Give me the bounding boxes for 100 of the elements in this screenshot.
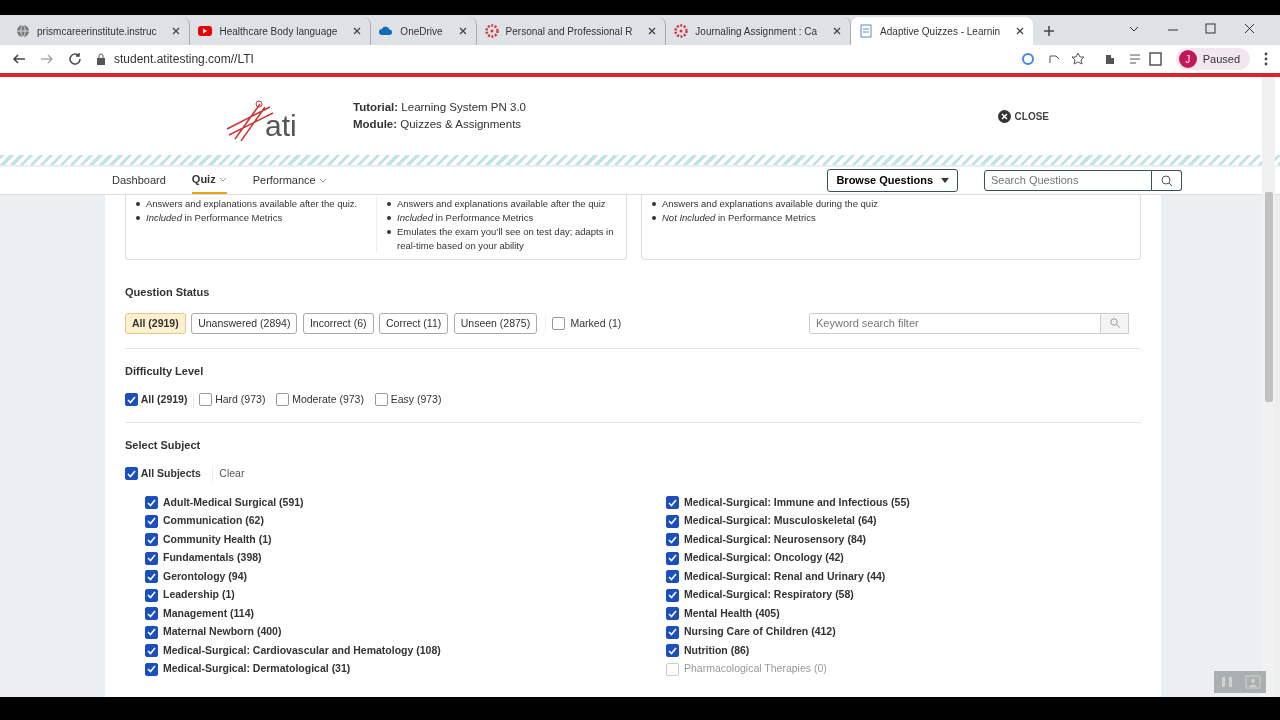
search-field[interactable]: Search Questions xyxy=(984,170,1152,191)
close-icon[interactable] xyxy=(832,26,843,36)
search-icon xyxy=(1160,174,1173,187)
checkbox[interactable] xyxy=(666,496,679,509)
bullet-icon xyxy=(652,216,656,220)
checkbox[interactable] xyxy=(666,551,679,565)
status-filter[interactable]: Unseen (2875) xyxy=(453,312,538,335)
checkmark-icon xyxy=(668,498,677,507)
checkbox-label: Pharmacological Therapies (0) xyxy=(684,661,827,677)
bullet-icon xyxy=(136,202,140,206)
checkbox[interactable] xyxy=(666,607,679,620)
checkbox[interactable] xyxy=(125,467,138,481)
checkbox[interactable] xyxy=(199,393,213,407)
nav-tab[interactable]: Dashboard xyxy=(112,168,166,193)
browse-questions-button[interactable]: Browse Questions xyxy=(827,169,958,192)
checkbox[interactable] xyxy=(374,393,388,407)
section-heading: Difficulty Level xyxy=(125,364,205,380)
checkbox[interactable] xyxy=(145,496,158,509)
close-icon[interactable] xyxy=(352,26,363,36)
address-bar[interactable]: student.atitesting.com//LTI xyxy=(114,50,254,68)
checkmark-icon xyxy=(668,535,677,544)
checkbox-label: Gerontology (94) xyxy=(163,568,247,584)
checkmark-icon xyxy=(147,591,156,599)
keyword-filter-field[interactable]: Keyword search filter xyxy=(809,312,1101,334)
nav-tab[interactable]: Performance xyxy=(252,168,327,193)
checkbox[interactable] xyxy=(145,551,158,565)
bullet-text: Answers and explanations available after the quiz. xyxy=(146,197,358,211)
checkmark-icon xyxy=(668,646,677,655)
checkbox-label: Communication (62) xyxy=(163,513,264,529)
checkbox[interactable] xyxy=(145,662,158,676)
checkmark-icon xyxy=(147,572,156,581)
checkbox[interactable] xyxy=(125,393,138,407)
close-icon[interactable] xyxy=(1015,26,1026,36)
status-filter[interactable]: All (2919) xyxy=(125,312,186,335)
checkmark-icon xyxy=(127,395,136,404)
checkmark-icon xyxy=(127,469,136,478)
caret-icon xyxy=(941,178,949,183)
circle-dots-icon xyxy=(674,24,689,38)
checkbox[interactable] xyxy=(145,533,158,546)
checkmark-icon xyxy=(147,665,156,673)
close-icon[interactable] xyxy=(457,26,468,36)
checkbox[interactable] xyxy=(666,533,679,546)
scrollbar-thumb[interactable] xyxy=(1265,192,1273,402)
status-filter[interactable]: Correct (11) xyxy=(379,312,449,335)
cloud-icon xyxy=(379,24,394,38)
checkbox[interactable] xyxy=(145,644,158,657)
checkbox-label: Medical-Surgical: Oncology (42) xyxy=(684,550,844,566)
checkmark-icon xyxy=(147,646,156,655)
reload-icon xyxy=(68,52,82,66)
forward-icon xyxy=(40,52,54,66)
bullet-text: Answers and explanations available during the quiz xyxy=(662,197,878,211)
lock-icon xyxy=(96,53,106,65)
status-filter[interactable]: Unanswered (2894) xyxy=(191,312,298,335)
checkbox[interactable] xyxy=(666,514,679,528)
search-button[interactable] xyxy=(1152,170,1182,191)
checkbox[interactable] xyxy=(551,316,565,330)
checkmark-icon xyxy=(147,628,156,636)
checkbox[interactable] xyxy=(145,588,158,602)
checkbox[interactable] xyxy=(145,514,158,528)
checkmark-icon xyxy=(147,517,156,525)
checkbox-label: Medical-Surgical: Musculoskeletal (64) xyxy=(684,513,877,529)
checkbox-label: Maternal Newborn (400) xyxy=(163,624,282,640)
bullet-icon xyxy=(136,216,140,220)
browser-tab[interactable]: Adaptive Quizzes - Learnin xyxy=(851,17,1034,45)
checkbox-label: Community Health (1) xyxy=(163,531,272,547)
checkbox-label: Medical-Surgical: Renal and Urinary (44) xyxy=(684,568,886,584)
checkbox[interactable] xyxy=(666,625,679,639)
close-icon[interactable] xyxy=(171,26,182,36)
plus-icon[interactable] xyxy=(1043,25,1056,37)
close-button[interactable]: CLOSE xyxy=(991,107,1055,125)
scrollbar[interactable] xyxy=(1262,77,1275,697)
status-filter[interactable]: Incorrect (6) xyxy=(302,312,374,335)
checkbox[interactable] xyxy=(276,393,290,407)
section-heading: Question Status xyxy=(125,285,211,300)
checkbox-label: Hard (973) xyxy=(215,391,266,407)
bullet-text: Answers and explanations available after the quiz xyxy=(397,197,606,211)
checkbox[interactable] xyxy=(666,570,679,583)
checkbox[interactable] xyxy=(666,588,679,602)
globe-icon xyxy=(16,24,30,38)
clear-link[interactable]: Clear xyxy=(218,465,246,483)
bullet-text: Included in Performance Metrics xyxy=(146,211,283,225)
checkbox-label: All Subjects xyxy=(140,466,201,481)
checkbox[interactable] xyxy=(145,570,158,583)
menu-icon[interactable] xyxy=(1264,52,1268,66)
checkbox-label: Medical-Surgical: Neurosensory (84) xyxy=(684,531,867,547)
bullet-text: Included in Performance Metrics xyxy=(397,211,534,225)
checkmark-icon xyxy=(147,554,156,562)
checkbox-label: Management (114) xyxy=(163,605,255,621)
checkmark-icon xyxy=(668,517,677,525)
close-icon[interactable] xyxy=(647,26,658,36)
tutorial-label: Tutorial: Learning System PN 3.0 xyxy=(353,100,527,115)
checkbox[interactable] xyxy=(145,607,158,620)
checkbox[interactable] xyxy=(666,644,679,657)
checkbox-label: Nursing Care of Children (412) xyxy=(684,624,836,640)
profile-button[interactable]: J Paused xyxy=(1175,48,1250,70)
checkmark-icon xyxy=(668,609,677,618)
nav-tab[interactable]: Quiz xyxy=(191,167,227,194)
checkbox[interactable] xyxy=(145,625,158,639)
checkmark-icon xyxy=(668,628,677,636)
checkbox-label: Marked (1) xyxy=(570,315,622,331)
